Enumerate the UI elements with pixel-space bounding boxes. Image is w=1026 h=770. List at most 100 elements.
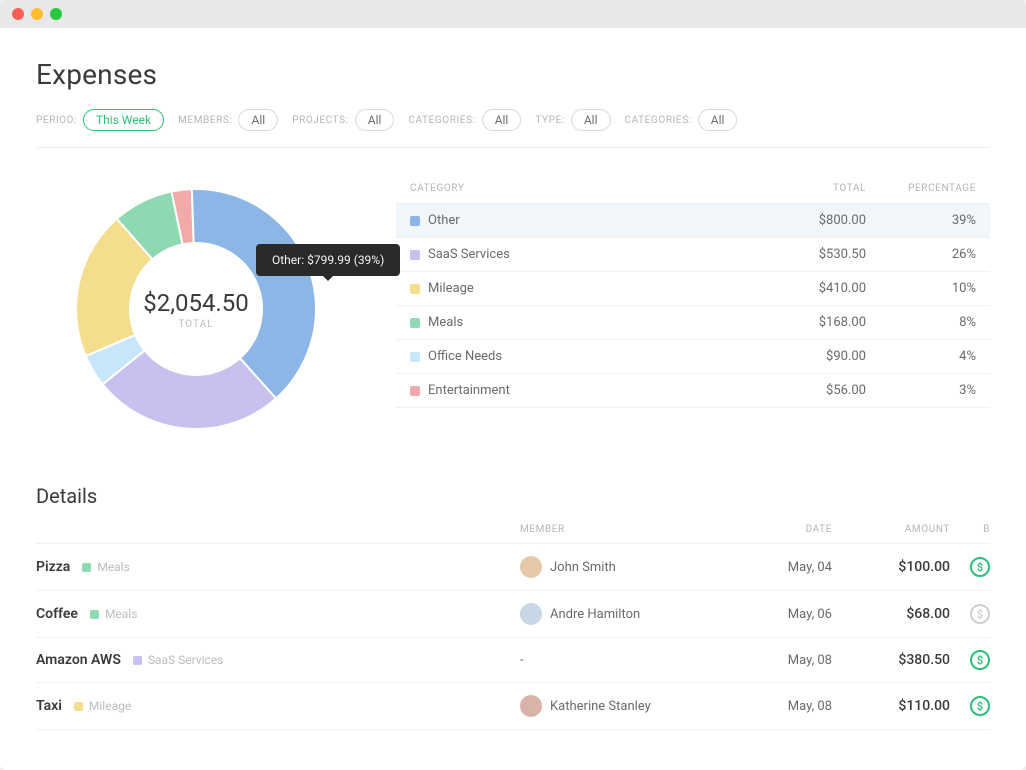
minimize-icon[interactable] xyxy=(31,8,43,20)
category-total: $168.00 xyxy=(756,315,866,330)
date-cell: May, 04 xyxy=(740,560,840,575)
dollar-circle-icon[interactable]: $ xyxy=(970,557,990,577)
category-name-cell: Other xyxy=(410,213,756,228)
amount-cell: $110.00 xyxy=(840,698,950,714)
col-billable: B xyxy=(950,524,990,535)
item-category-swatch-icon xyxy=(90,610,99,619)
item-title: Pizza xyxy=(36,559,70,575)
details-row[interactable]: Amazon AWSSaaS Services-May, 08$380.50$ xyxy=(36,638,990,683)
category-swatch-icon xyxy=(410,216,420,226)
amount-cell: $100.00 xyxy=(840,559,950,575)
dollar-circle-icon[interactable]: $ xyxy=(970,696,990,716)
category-row[interactable]: Other$800.0039% xyxy=(396,204,990,238)
category-total: $90.00 xyxy=(756,349,866,364)
item-cell: Taxi Mileage xyxy=(36,698,520,714)
category-percentage: 39% xyxy=(866,213,976,228)
avatar xyxy=(520,695,542,717)
filter-group: CATEGORIES:All xyxy=(625,109,738,131)
category-swatch-icon xyxy=(410,250,420,260)
details-row[interactable]: CoffeeMealsAndre HamiltonMay, 06$68.00$ xyxy=(36,591,990,638)
item-category: SaaS Services xyxy=(148,653,224,667)
filter-group: PERIOD: This Week xyxy=(36,109,164,131)
maximize-icon[interactable] xyxy=(50,8,62,20)
filter-group: CATEGORIES: All xyxy=(408,109,521,131)
category-row[interactable]: Meals $168.008% xyxy=(396,306,990,340)
col-amount: AMOUNT xyxy=(840,524,950,535)
chart-tooltip: Other: $799.99 (39%) xyxy=(256,244,400,276)
category-row[interactable]: Office Needs $90.004% xyxy=(396,340,990,374)
item-title: Taxi xyxy=(36,698,62,714)
item-title: Amazon AWS xyxy=(36,652,121,668)
filter-pill[interactable]: All xyxy=(571,109,611,131)
category-name: Office Needs xyxy=(428,349,502,364)
category-total: $56.00 xyxy=(756,383,866,398)
col-category: CATEGORY xyxy=(410,183,756,194)
item-cell: PizzaMeals xyxy=(36,559,520,575)
amount-cell: $68.00 xyxy=(840,606,950,622)
item-title: Coffee xyxy=(36,606,78,622)
filter-label: PERIOD: xyxy=(36,115,77,126)
close-icon[interactable] xyxy=(12,8,24,20)
category-name-cell: Entertainment xyxy=(410,383,756,398)
filter-group: MEMBERS: All xyxy=(178,109,278,131)
member-name: - xyxy=(520,653,524,668)
item-category: Mileage xyxy=(89,699,131,713)
filter-label: CATEGORIES: xyxy=(408,115,475,126)
category-swatch-icon xyxy=(410,284,420,294)
category-name: Mileage xyxy=(428,281,474,296)
category-row[interactable]: Entertainment$56.003% xyxy=(396,374,990,408)
filter-label: TYPE: xyxy=(535,115,564,126)
filter-label: PROJECTS: xyxy=(292,115,349,126)
category-row[interactable]: Mileage$410.0010% xyxy=(396,272,990,306)
category-swatch-icon xyxy=(410,352,420,362)
details-table-header: MEMBER DATE AMOUNT B xyxy=(36,512,990,544)
category-name-cell: Mileage xyxy=(410,281,756,296)
filter-group: PROJECTS: All xyxy=(292,109,394,131)
filter-label: MEMBERS: xyxy=(178,115,232,126)
amount-cell: $380.50 xyxy=(840,652,950,668)
category-total: $410.00 xyxy=(756,281,866,296)
item-category-swatch-icon xyxy=(82,563,91,572)
summary-section: $2,054.50 TOTAL Other: $799.99 (39%) CAT… xyxy=(36,174,990,444)
member-cell: - xyxy=(520,653,740,668)
titlebar xyxy=(0,0,1026,28)
category-name: SaaS Services xyxy=(428,247,510,262)
main-content: Expenses PERIOD:This WeekMEMBERS:AllPROJ… xyxy=(0,28,1026,770)
billable-cell: $ xyxy=(950,650,990,670)
avatar xyxy=(520,603,542,625)
filter-pill[interactable]: This Week xyxy=(83,109,164,131)
category-percentage: 8% xyxy=(866,315,976,330)
category-name-cell: SaaS Services xyxy=(410,247,756,262)
filter-pill[interactable]: All xyxy=(698,109,738,131)
filter-group: TYPE: All xyxy=(535,109,610,131)
details-row[interactable]: PizzaMeals John Smith May, 04$100.00 $ xyxy=(36,544,990,591)
donut-total-value: $2,054.50 xyxy=(143,289,248,317)
details-row[interactable]: Taxi Mileage Katherine Stanley May, 08$110.… xyxy=(36,683,990,730)
filter-pill[interactable]: All xyxy=(238,109,278,131)
item-category-swatch-icon xyxy=(133,656,142,665)
donut-chart[interactable]: $2,054.50 TOTAL Other: $799.99 (39%) xyxy=(36,174,356,444)
app-window: Expenses PERIOD:This WeekMEMBERS:AllPROJ… xyxy=(0,0,1026,770)
category-percentage: 4% xyxy=(866,349,976,364)
category-row[interactable]: SaaS Services$530.5026% xyxy=(396,238,990,272)
dollar-circle-icon[interactable]: $ xyxy=(970,604,990,624)
category-name: Entertainment xyxy=(428,383,510,398)
filter-pill[interactable]: All xyxy=(482,109,522,131)
item-category-swatch-icon xyxy=(74,702,83,711)
category-name: Meals xyxy=(428,315,463,330)
category-percentage: 26% xyxy=(866,247,976,262)
item-cell: CoffeeMeals xyxy=(36,606,520,622)
col-member: MEMBER xyxy=(520,524,740,535)
member-cell: Katherine Stanley xyxy=(520,695,740,717)
dollar-circle-icon[interactable]: $ xyxy=(970,650,990,670)
date-cell: May, 08 xyxy=(740,699,840,714)
category-table: CATEGORY TOTAL PERCENTAGE Other$800.0039… xyxy=(396,174,990,444)
member-name: Katherine Stanley xyxy=(550,699,651,714)
member-cell: John Smith xyxy=(520,556,740,578)
category-total: $800.00 xyxy=(756,213,866,228)
member-name: John Smith xyxy=(550,560,616,575)
filter-pill[interactable]: All xyxy=(355,109,395,131)
member-cell: Andre Hamilton xyxy=(520,603,740,625)
item-cell: Amazon AWS SaaS Services xyxy=(36,652,520,668)
category-name-cell: Office Needs xyxy=(410,349,756,364)
